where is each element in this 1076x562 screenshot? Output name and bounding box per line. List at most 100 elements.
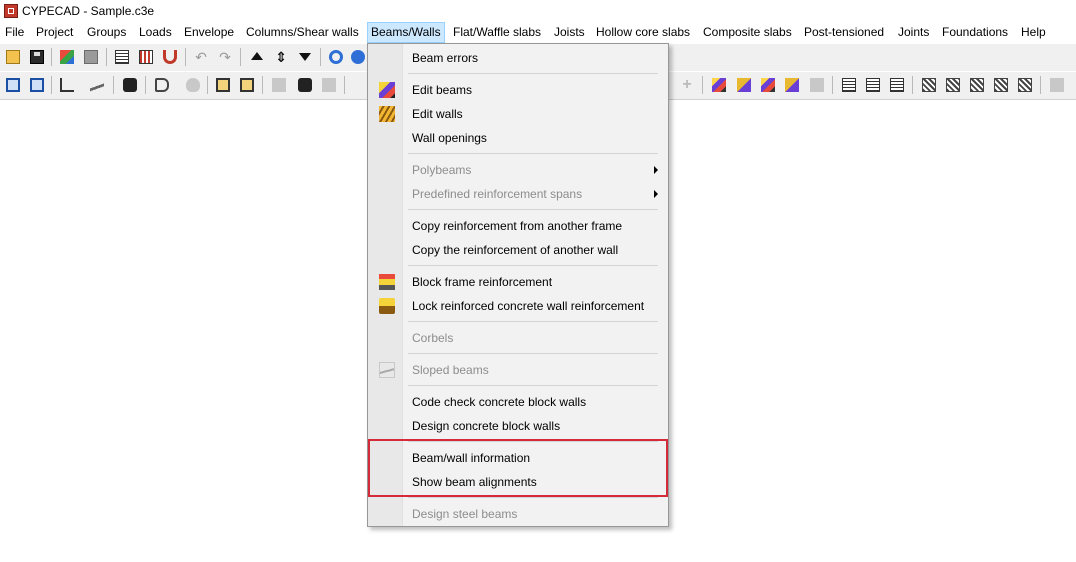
help-tool-button[interactable] — [296, 76, 314, 94]
menu-flat-waffle-slabs[interactable]: Flat/Waffle slabs — [450, 22, 544, 43]
cross2-icon — [1018, 78, 1032, 92]
tag-button[interactable] — [153, 76, 171, 94]
menu-item-corbels[interactable]: Corbels — [368, 327, 668, 349]
menu-columns-shear-walls[interactable]: Columns/Shear walls — [243, 22, 362, 43]
menu-joists[interactable]: Joists — [551, 22, 588, 43]
phone-button[interactable] — [121, 76, 139, 94]
settings-tool-button[interactable] — [320, 76, 338, 94]
toolbar-separator — [832, 76, 833, 94]
menu-hollow-core-slabs[interactable]: Hollow core slabs — [593, 22, 693, 43]
menu-composite-slabs[interactable]: Composite slabs — [700, 22, 795, 43]
menu-item-beam-wall-information[interactable]: Beam/wall information — [368, 447, 668, 469]
block-tool-button[interactable] — [759, 76, 777, 94]
sloped-tool-button[interactable] — [808, 76, 826, 94]
menu-envelope[interactable]: Envelope — [181, 22, 237, 43]
toolbar-separator — [113, 76, 114, 94]
edit-tool-button[interactable] — [270, 76, 288, 94]
edit-beams-icon — [379, 82, 395, 98]
floor-up-button[interactable] — [248, 48, 266, 66]
menu-item-show-beam-alignments[interactable]: Show beam alignments — [368, 471, 668, 493]
menu-item-copy-reinforcement-frame[interactable]: Copy reinforcement from another frame — [368, 215, 668, 237]
grid-a-button[interactable] — [840, 76, 858, 94]
menu-item-edit-walls[interactable]: Edit walls — [368, 103, 668, 125]
menu-help[interactable]: Help — [1018, 22, 1049, 43]
toolbar-separator — [51, 48, 52, 66]
checker-a-button[interactable] — [920, 76, 938, 94]
slope-button[interactable] — [88, 76, 106, 94]
menu-item-label: Beam/wall information — [412, 451, 531, 465]
menu-foundations[interactable]: Foundations — [939, 22, 1011, 43]
stairs-button[interactable] — [58, 76, 76, 94]
lock-icon — [785, 78, 799, 92]
toolbar-separator — [185, 48, 186, 66]
menu-item-label: Design steel beams — [412, 507, 518, 521]
snap-button[interactable] — [349, 48, 367, 66]
menu-item-copy-reinforcement-wall[interactable]: Copy the reinforcement of another wall — [368, 239, 668, 261]
menu-item-block-frame-reinforcement[interactable]: Block frame reinforcement — [368, 271, 668, 293]
menu-separator — [408, 385, 658, 386]
menu-bar: File Project Groups Loads Envelope Colum… — [0, 22, 1076, 43]
slope-icon — [90, 78, 104, 92]
undo-button[interactable]: ↶ — [192, 48, 210, 66]
menu-item-lock-wall-reinforcement[interactable]: Lock reinforced concrete wall reinforcem… — [368, 295, 668, 317]
menu-item-design-block-walls[interactable]: Design concrete block walls — [368, 415, 668, 437]
menu-project[interactable]: Project — [33, 22, 76, 43]
column-button[interactable] — [82, 48, 100, 66]
frame-view-button[interactable] — [4, 76, 22, 94]
lock-tool-button[interactable] — [783, 76, 801, 94]
grid-b-button[interactable] — [864, 76, 882, 94]
menu-item-label: Code check concrete block walls — [412, 395, 587, 409]
add-tool-button[interactable]: + — [678, 76, 696, 94]
menu-item-edit-beams[interactable]: Edit beams — [368, 79, 668, 101]
box2-button[interactable] — [238, 76, 256, 94]
beam-color-button[interactable] — [710, 76, 728, 94]
menu-beams-walls[interactable]: Beams/Walls — [367, 22, 445, 43]
lock-wall-icon — [379, 298, 395, 314]
menu-item-wall-openings[interactable]: Wall openings — [368, 127, 668, 149]
grid-c-button[interactable] — [888, 76, 906, 94]
paint-button[interactable] — [58, 48, 76, 66]
menu-item-label: Block frame reinforcement — [412, 275, 553, 289]
checker-b-button[interactable] — [944, 76, 962, 94]
magnet-button[interactable] — [161, 48, 179, 66]
menu-item-sloped-beams[interactable]: Sloped beams — [368, 359, 668, 381]
menu-item-label: Wall openings — [412, 131, 487, 145]
menu-separator — [408, 353, 658, 354]
menu-joints[interactable]: Joints — [895, 22, 932, 43]
cross2-button[interactable] — [1016, 76, 1034, 94]
menu-file[interactable]: File — [2, 22, 27, 43]
redo-button[interactable]: ↷ — [216, 48, 234, 66]
wall-color-button[interactable] — [735, 76, 753, 94]
fire-button[interactable] — [184, 76, 202, 94]
grid-button[interactable] — [137, 48, 155, 66]
menu-loads[interactable]: Loads — [136, 22, 175, 43]
toolbar-separator — [145, 76, 146, 94]
menu-item-polybeams[interactable]: Polybeams — [368, 159, 668, 181]
settings-right-button[interactable] — [1048, 76, 1066, 94]
floor-select-button[interactable]: ⇕ — [272, 48, 290, 66]
menu-post-tensioned[interactable]: Post-tensioned — [801, 22, 887, 43]
help-icon — [298, 78, 312, 92]
menu-item-label: Lock reinforced concrete wall reinforcem… — [412, 299, 645, 313]
toolbar-separator — [240, 48, 241, 66]
checker-c-button[interactable] — [968, 76, 986, 94]
menu-separator — [408, 497, 658, 498]
cross-button[interactable] — [992, 76, 1010, 94]
menu-item-beam-errors[interactable]: Beam errors — [368, 47, 668, 69]
checker-a-icon — [922, 78, 936, 92]
save-button[interactable] — [28, 48, 46, 66]
box-icon — [216, 78, 230, 92]
box-button[interactable] — [214, 76, 232, 94]
dxf-button[interactable] — [113, 48, 131, 66]
floor-down-button[interactable] — [296, 48, 314, 66]
rotate-button[interactable] — [327, 48, 345, 66]
settings-icon — [322, 78, 336, 92]
menu-item-predefined-reinforcement-spans[interactable]: Predefined reinforcement spans — [368, 183, 668, 205]
up-down-arrow-icon: ⇕ — [275, 49, 287, 65]
open-button[interactable] — [4, 48, 22, 66]
3d-view-button[interactable] — [28, 76, 46, 94]
menu-groups[interactable]: Groups — [84, 22, 129, 43]
submenu-arrow-icon — [654, 166, 658, 174]
menu-item-code-check-block-walls[interactable]: Code check concrete block walls — [368, 391, 668, 413]
menu-item-design-steel-beams[interactable]: Design steel beams — [368, 503, 668, 525]
